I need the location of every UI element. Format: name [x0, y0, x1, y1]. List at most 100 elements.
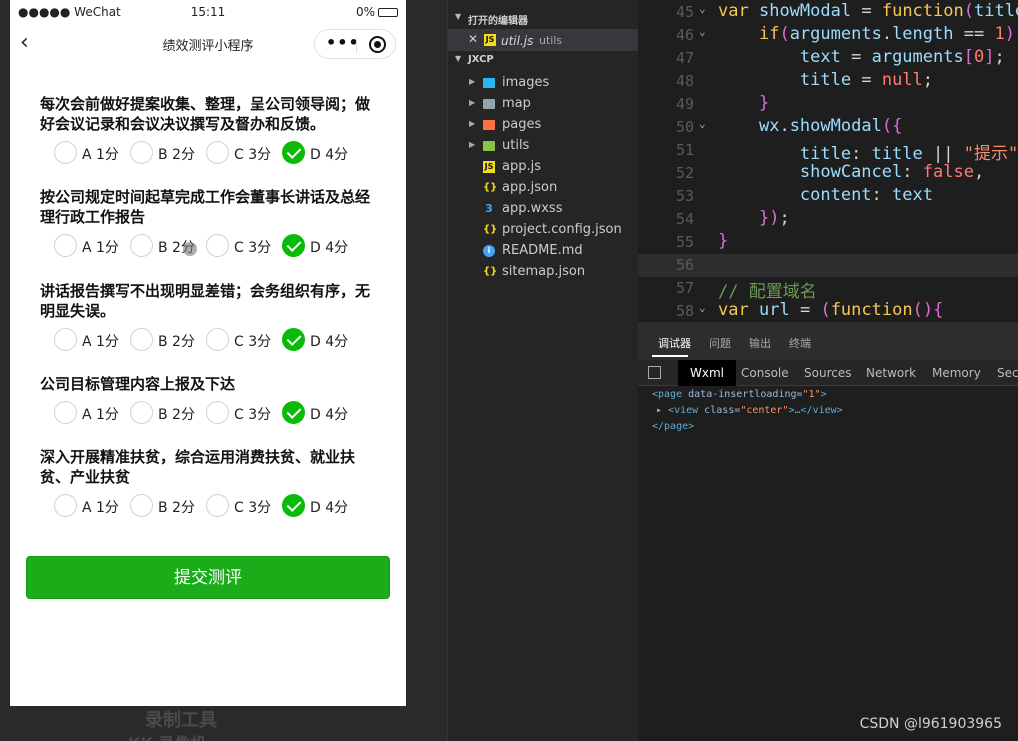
tree-item-map[interactable]: ▶ map	[448, 93, 639, 114]
option-b[interactable]: B 2分	[124, 327, 200, 353]
fold-chevron-icon[interactable]: ⌄	[699, 117, 706, 130]
code-line[interactable]: 49 }	[638, 93, 1018, 116]
project-label: JXCP	[468, 54, 494, 65]
fold-chevron-icon[interactable]: ⌄	[699, 2, 706, 15]
option-c[interactable]: C 3分	[200, 140, 276, 166]
code-line[interactable]: 50 ⌄ wx.showModal({	[638, 116, 1018, 139]
option-b[interactable]: B 2分	[124, 140, 200, 166]
code-line[interactable]: 55}	[638, 231, 1018, 254]
code-line[interactable]: 56	[638, 254, 1018, 277]
tree-item-project-config-json[interactable]: {} project.config.json	[448, 219, 639, 240]
code-text: }	[718, 231, 729, 251]
close-icon[interactable]: ✕	[468, 32, 478, 46]
radio-checked-icon[interactable]	[282, 234, 305, 257]
option-c[interactable]: C 3分	[200, 233, 276, 259]
tab-problems[interactable]: 问题	[709, 335, 731, 351]
radio-icon[interactable]	[54, 494, 77, 517]
chevron-right-icon[interactable]: ▶	[469, 98, 475, 107]
tab-output[interactable]: 输出	[749, 335, 771, 351]
code-text: if(arguments.length == 1)	[758, 24, 1015, 44]
tab-wxml[interactable]: Wxml	[678, 360, 736, 386]
option-a[interactable]: A 1分	[48, 233, 124, 259]
code-line[interactable]: 57 // 配置域名	[638, 277, 1018, 302]
option-a[interactable]: A 1分	[48, 140, 124, 166]
open-editors-header[interactable]: ▼ 打开的编辑器	[448, 9, 639, 27]
code-line[interactable]: 46 ⌄ if(arguments.length == 1)	[638, 24, 1018, 47]
tab-sources[interactable]: Sources	[804, 366, 851, 380]
radio-icon[interactable]	[130, 401, 153, 424]
fold-chevron-icon[interactable]: ⌄	[699, 25, 706, 38]
option-d[interactable]: D 4分	[276, 327, 352, 353]
code-line[interactable]: 53 content: text	[638, 185, 1018, 208]
option-a[interactable]: A 1分	[48, 327, 124, 353]
tree-item-app-wxss[interactable]: 3 app.wxss	[448, 198, 639, 219]
tree-item-pages[interactable]: ▶ pages	[448, 114, 639, 135]
line-number: 48	[675, 72, 694, 90]
tree-item-images[interactable]: ▶ images	[448, 72, 639, 93]
code-line[interactable]: 47 text = arguments[0];	[638, 47, 1018, 70]
tab-debugger[interactable]: 调试器	[658, 335, 691, 351]
close-miniprogram-icon[interactable]	[369, 36, 386, 53]
radio-icon[interactable]	[54, 401, 77, 424]
radio-icon[interactable]	[130, 494, 153, 517]
code-line[interactable]: 52 showCancel: false,	[638, 162, 1018, 185]
option-d[interactable]: D 4分	[276, 493, 352, 519]
option-b[interactable]: B 2分	[124, 400, 200, 426]
radio-icon[interactable]	[130, 141, 153, 164]
code-editor[interactable]: 45 ⌄ var showModal = function(title 46 ⌄ if(…	[638, 0, 1018, 322]
option-c[interactable]: C 3分	[200, 493, 276, 519]
tab-console[interactable]: Console	[741, 366, 789, 380]
open-editor-item[interactable]: ✕ JS util.js utils	[448, 29, 639, 51]
project-header[interactable]: ▼ JXCP	[448, 51, 639, 69]
radio-icon[interactable]	[206, 328, 229, 351]
radio-checked-icon[interactable]	[282, 328, 305, 351]
tab-network[interactable]: Network	[866, 366, 916, 380]
folder-icon	[483, 120, 495, 130]
tree-item-app-json[interactable]: {} app.json	[448, 177, 639, 198]
radio-icon[interactable]	[206, 141, 229, 164]
radio-icon[interactable]	[54, 141, 77, 164]
code-line[interactable]: 51 title: title || "提示"	[638, 139, 1018, 164]
tab-memory[interactable]: Memory	[932, 366, 981, 380]
option-d[interactable]: D 4分	[276, 400, 352, 426]
chevron-right-icon[interactable]: ▶	[469, 77, 475, 86]
tree-item-utils[interactable]: ▶ utils	[448, 135, 639, 156]
radio-checked-icon[interactable]	[282, 494, 305, 517]
radio-icon[interactable]	[130, 234, 153, 257]
inspect-element-icon[interactable]	[648, 366, 661, 379]
option-c[interactable]: C 3分	[200, 400, 276, 426]
code-line[interactable]: 48 title = null;	[638, 70, 1018, 93]
option-a[interactable]: A 1分	[48, 400, 124, 426]
tree-item-readme-md[interactable]: i README.md	[448, 240, 639, 261]
radio-checked-icon[interactable]	[282, 141, 305, 164]
option-b[interactable]: B 2分	[124, 493, 200, 519]
option-d[interactable]: D 4分	[276, 233, 352, 259]
tab-terminal[interactable]: 终端	[789, 335, 811, 351]
radio-icon[interactable]	[130, 328, 153, 351]
code-line[interactable]: 58 ⌄ var url = (function(){	[638, 300, 1018, 322]
option-label: D 4分	[310, 147, 349, 163]
more-icon[interactable]: •••	[326, 33, 360, 52]
tree-item-sitemap-json[interactable]: {} sitemap.json	[448, 261, 639, 282]
radio-icon[interactable]	[206, 234, 229, 257]
folder-icon	[483, 99, 495, 109]
wxml-node-view[interactable]: ▸ <view class="center">…</view>	[656, 405, 843, 416]
radio-checked-icon[interactable]	[282, 401, 305, 424]
chevron-right-icon[interactable]: ▶	[469, 119, 475, 128]
option-c[interactable]: C 3分	[200, 327, 276, 353]
tab-security[interactable]: Secu	[997, 366, 1018, 380]
chevron-right-icon[interactable]: ▶	[469, 140, 475, 149]
code-line[interactable]: 54 });	[638, 208, 1018, 231]
wxml-node-page[interactable]: <page data-insertloading="1">	[652, 389, 827, 400]
tree-item-app-js[interactable]: JS app.js	[448, 156, 639, 177]
expand-icon[interactable]: ▸	[656, 405, 668, 416]
fold-chevron-icon[interactable]: ⌄	[699, 301, 706, 314]
radio-icon[interactable]	[206, 401, 229, 424]
option-d[interactable]: D 4分	[276, 140, 352, 166]
submit-button[interactable]: 提交测评	[26, 556, 390, 599]
code-line[interactable]: 45 ⌄ var showModal = function(title	[638, 1, 1018, 24]
radio-icon[interactable]	[54, 328, 77, 351]
option-a[interactable]: A 1分	[48, 493, 124, 519]
radio-icon[interactable]	[54, 234, 77, 257]
radio-icon[interactable]	[206, 494, 229, 517]
